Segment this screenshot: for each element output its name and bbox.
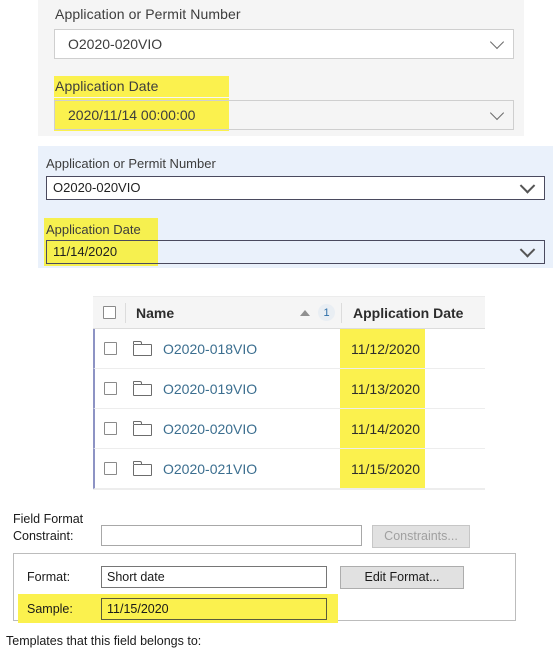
row-date-value: 11/15/2020	[340, 449, 425, 488]
chevron-down-icon	[519, 178, 536, 194]
row-date-cell: 11/14/2020	[340, 409, 485, 448]
folder-icon	[133, 421, 152, 436]
constraints-button[interactable]: Constraints...	[372, 525, 470, 548]
constraint-row: Constraint: Constraints...	[0, 525, 559, 549]
application-date-value-grey: 2020/11/14 00:00:00	[68, 107, 196, 123]
permit-number-select-blue[interactable]: O2020-020VIO	[46, 176, 545, 200]
sort-ascending-icon[interactable]	[300, 309, 310, 316]
row-name-link[interactable]: O2020-018VIO	[163, 341, 257, 357]
edit-format-button[interactable]: Edit Format...	[340, 566, 464, 589]
table-row[interactable]: O2020-021VIO 11/15/2020	[93, 449, 485, 489]
permit-number-label-blue: Application or Permit Number	[46, 156, 216, 171]
permit-number-label: Application or Permit Number	[55, 6, 241, 22]
application-date-select-grey[interactable]: 2020/11/14 00:00:00	[54, 100, 514, 130]
row-date-value: 11/14/2020	[340, 409, 425, 448]
column-header-name-label: Name	[136, 304, 175, 321]
templates-label: Templates that this field belongs to:	[6, 634, 202, 648]
row-name-link[interactable]: O2020-021VIO	[163, 461, 257, 477]
document-list-table: Name 1 Application Date O2020-018VIO 11/…	[93, 296, 485, 490]
row-checkbox-cell[interactable]	[95, 462, 125, 475]
row-checkbox-cell[interactable]	[95, 382, 125, 395]
table-bottom-border	[93, 489, 485, 490]
folder-icon	[133, 461, 152, 476]
permit-number-value-grey: O2020-020VIO	[68, 36, 163, 52]
row-name-cell: O2020-018VIO	[125, 341, 340, 357]
web-form-grey-panel: Application or Permit Number O2020-020VI…	[38, 0, 524, 136]
row-name-cell: O2020-019VIO	[125, 381, 340, 397]
table-row[interactable]: O2020-020VIO 11/14/2020	[93, 409, 485, 449]
row-name-cell: O2020-020VIO	[125, 421, 340, 437]
sort-order-badge: 1	[318, 304, 335, 321]
chevron-down-icon	[489, 34, 505, 50]
permit-number-select-grey[interactable]: O2020-020VIO	[54, 29, 514, 59]
format-input[interactable]: Short date	[101, 566, 327, 588]
application-date-select-blue[interactable]: 11/14/2020	[46, 240, 545, 264]
row-checkbox[interactable]	[103, 342, 117, 355]
permit-number-value-blue: O2020-020VIO	[53, 180, 141, 195]
row-name-link[interactable]: O2020-020VIO	[163, 421, 257, 437]
format-value: Short date	[107, 570, 165, 584]
folder-icon	[133, 341, 152, 356]
table-row[interactable]: O2020-018VIO 11/12/2020	[93, 329, 485, 369]
sample-value: 11/15/2020	[107, 602, 169, 616]
row-checkbox-cell[interactable]	[95, 342, 125, 355]
column-header-application-date[interactable]: Application Date	[342, 305, 485, 321]
sample-label: Sample:	[27, 602, 73, 616]
chevron-down-icon	[519, 242, 536, 258]
row-name-link[interactable]: O2020-019VIO	[163, 381, 257, 397]
row-checkbox[interactable]	[103, 422, 117, 435]
folder-icon	[133, 381, 152, 396]
sample-input[interactable]: 11/15/2020	[101, 598, 327, 620]
constraint-label: Constraint:	[13, 529, 74, 543]
application-date-label-blue: Application Date	[46, 222, 141, 237]
select-all-checkbox-cell[interactable]	[93, 306, 125, 319]
table-header-row: Name 1 Application Date	[93, 296, 485, 329]
column-header-application-date-label: Application Date	[353, 304, 464, 321]
application-date-value-blue: 11/14/2020	[53, 244, 118, 259]
table-row[interactable]: O2020-019VIO 11/13/2020	[93, 369, 485, 409]
column-header-name[interactable]: Name 1	[126, 304, 341, 321]
select-all-checkbox[interactable]	[102, 306, 116, 319]
row-checkbox[interactable]	[103, 382, 117, 395]
application-date-label-grey: Application Date	[54, 76, 229, 97]
row-checkbox[interactable]	[103, 462, 117, 475]
web-form-blue-panel: Application or Permit Number O2020-020VI…	[38, 146, 553, 268]
row-date-cell: 11/15/2020	[340, 449, 485, 488]
constraint-input[interactable]	[101, 525, 362, 546]
row-date-value: 11/12/2020	[340, 329, 425, 368]
chevron-down-icon	[489, 105, 505, 121]
format-label: Format:	[27, 570, 71, 584]
field-format-group-title: Field Format	[9, 512, 88, 526]
row-date-cell: 11/12/2020	[340, 329, 485, 368]
row-date-value: 11/13/2020	[340, 369, 425, 408]
row-date-cell: 11/13/2020	[340, 369, 485, 408]
row-checkbox-cell[interactable]	[95, 422, 125, 435]
row-name-cell: O2020-021VIO	[125, 461, 340, 477]
